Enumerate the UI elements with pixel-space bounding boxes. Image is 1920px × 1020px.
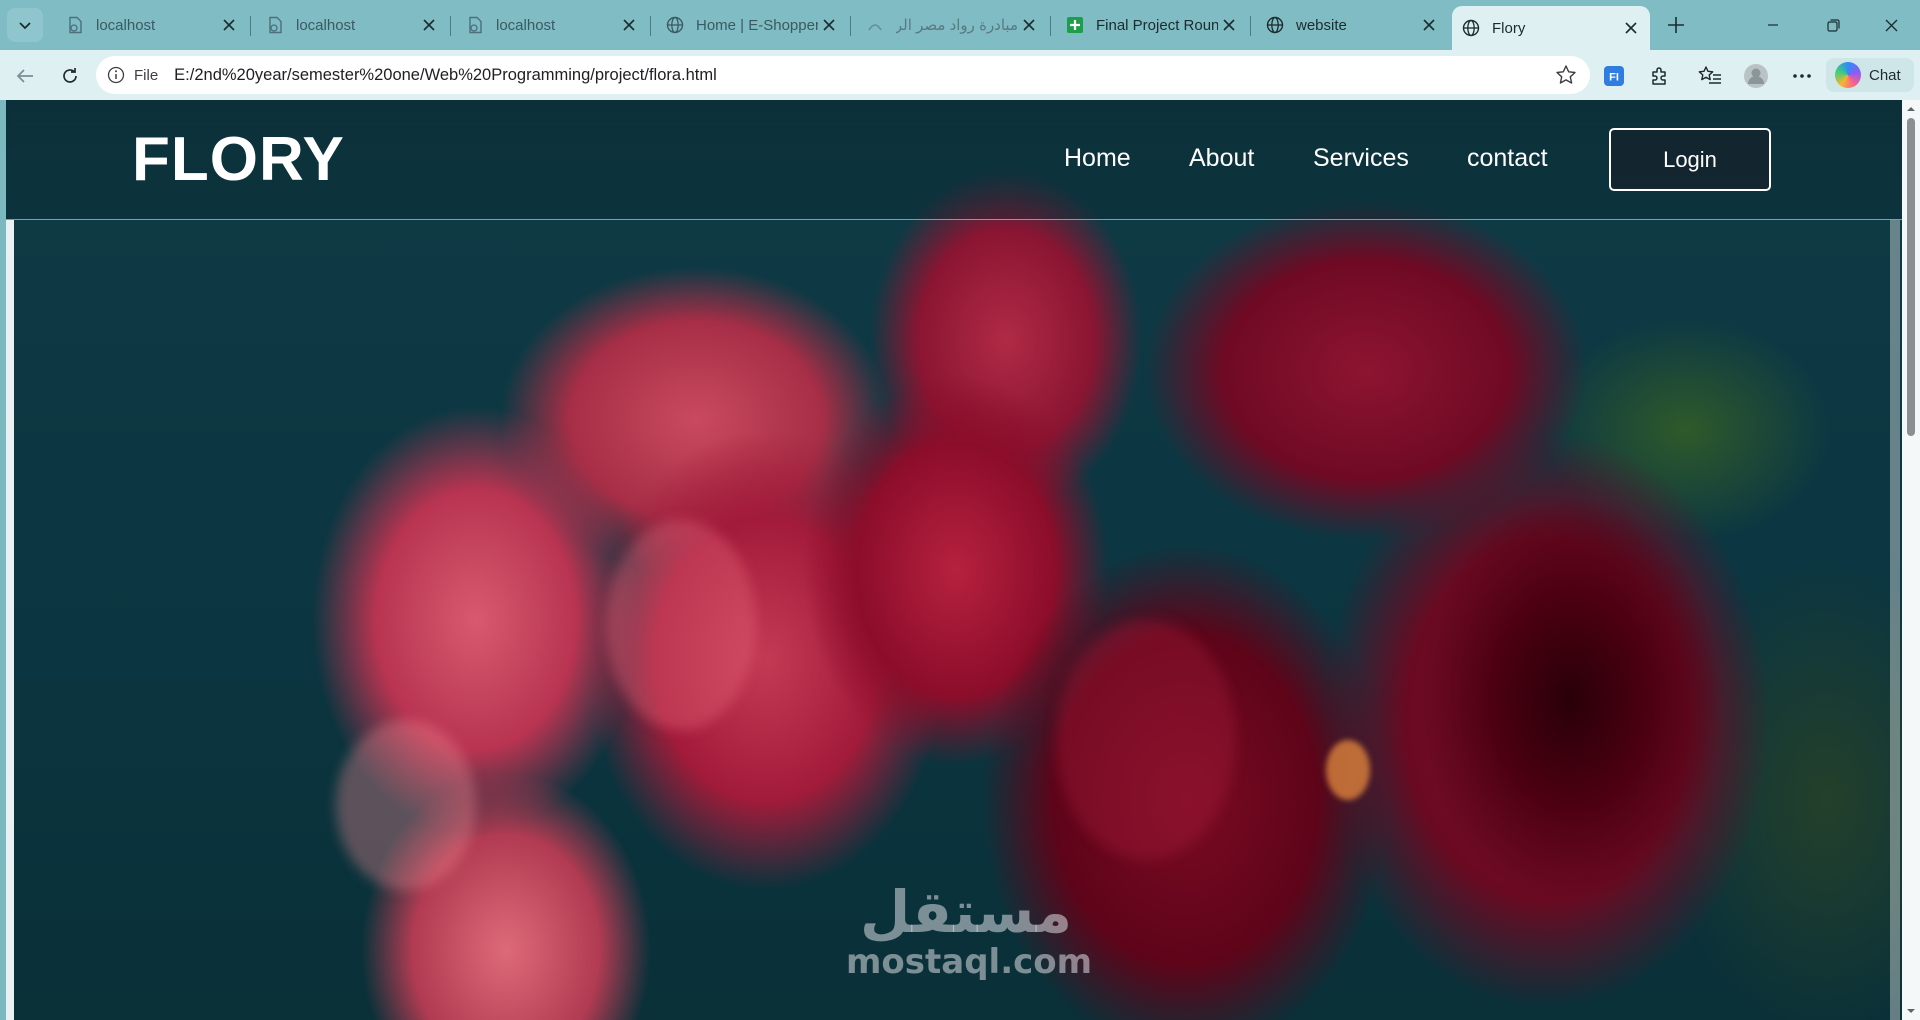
page-viewport: FLORY Home About Services contact Login … — [6, 100, 1902, 1020]
tab-title: Flory — [1492, 19, 1526, 37]
url-text[interactable]: E:/2nd%20year/semester%20one/Web%20Progr… — [174, 66, 1552, 85]
tab-title: Final Project Round — [1096, 16, 1218, 34]
browser-toolbar: File E:/2nd%20year/semester%20one/Web%20… — [0, 50, 1920, 100]
petal-highlight — [1056, 620, 1236, 860]
favorite-star-icon[interactable] — [1552, 61, 1580, 89]
tab-separator — [850, 16, 851, 36]
scrollbar-thumb[interactable] — [1907, 118, 1915, 436]
close-window-button[interactable] — [1868, 10, 1914, 40]
close-icon[interactable] — [1018, 14, 1040, 36]
minimize-icon — [1768, 24, 1778, 26]
watermark-latin-text: mostaql.com — [846, 942, 1093, 982]
nav-link-services[interactable]: Services — [1313, 144, 1409, 173]
globe-icon — [1266, 16, 1284, 34]
browser-tab-website[interactable]: website — [1256, 7, 1448, 43]
restore-button[interactable] — [1810, 10, 1856, 40]
globe-icon — [1462, 19, 1480, 37]
browser-tab-e-shopper[interactable]: Home | E-Shopper — [656, 7, 848, 43]
close-icon[interactable] — [818, 14, 840, 36]
tab-title: localhost — [496, 16, 556, 34]
file-icon — [66, 16, 84, 34]
tab-title: website — [1296, 16, 1347, 34]
url-scheme-label: File — [134, 66, 159, 84]
close-icon — [1885, 19, 1897, 31]
site-navbar: FLORY Home About Services contact Login — [6, 100, 1902, 220]
scroll-up-arrow-icon[interactable] — [1906, 104, 1916, 114]
chat-label: Chat — [1869, 66, 1901, 84]
tab-separator — [650, 16, 651, 36]
address-bar[interactable]: File E:/2nd%20year/semester%20one/Web%20… — [96, 56, 1590, 94]
tab-separator — [250, 16, 251, 36]
browser-tab-final-project[interactable]: Final Project Round — [1056, 7, 1248, 43]
minimize-button[interactable] — [1750, 10, 1796, 40]
file-icon — [266, 16, 284, 34]
info-icon[interactable] — [106, 65, 126, 85]
flower-stamen — [1326, 740, 1370, 800]
reload-button[interactable] — [54, 60, 86, 92]
browser-tab-rowad-masr[interactable]: مبادرة رواد مصر الرقمية — [856, 7, 1048, 43]
restore-icon — [1826, 18, 1840, 32]
tab-title: localhost — [96, 16, 156, 34]
svg-text:FI: FI — [1609, 72, 1619, 84]
globe-icon — [666, 16, 684, 34]
page-right-edge — [1890, 220, 1900, 1020]
close-icon[interactable] — [218, 14, 240, 36]
browser-tab-localhost-3[interactable]: localhost — [456, 7, 648, 43]
watermark-arabic-text: مستقل — [859, 878, 1073, 946]
site-logo[interactable]: FLORY — [132, 124, 345, 195]
mostaql-watermark: مستقل mostaql.com — [846, 878, 1093, 982]
chevron-down-icon — [19, 22, 31, 30]
login-button[interactable]: Login — [1609, 128, 1771, 191]
arrow-left-icon — [16, 69, 33, 83]
browser-tab-localhost-2[interactable]: localhost — [256, 7, 448, 43]
nav-link-home[interactable]: Home — [1064, 144, 1131, 173]
tab-title: Home | E-Shopper — [696, 16, 818, 34]
translate-extension-icon[interactable]: FI — [1600, 62, 1628, 90]
tab-separator — [1050, 16, 1051, 36]
profile-avatar-icon[interactable] — [1742, 62, 1770, 90]
nav-link-about[interactable]: About — [1189, 144, 1254, 173]
close-icon[interactable] — [618, 14, 640, 36]
tab-title: localhost — [296, 16, 356, 34]
new-tab-button[interactable] — [1662, 11, 1690, 39]
petal-highlight — [606, 520, 756, 730]
file-icon — [466, 16, 484, 34]
tab-separator — [450, 16, 451, 36]
reload-icon — [63, 68, 77, 83]
tab-strip: localhost localhost localhost Home | E-S… — [0, 0, 1920, 50]
nav-link-contact[interactable]: contact — [1467, 144, 1548, 173]
copilot-chat-button[interactable]: Chat — [1826, 58, 1914, 92]
favorites-list-icon[interactable] — [1696, 62, 1724, 90]
back-button[interactable] — [9, 60, 41, 92]
plus-icon — [1668, 17, 1684, 33]
browser-tab-localhost-1[interactable]: localhost — [56, 7, 248, 43]
page-left-edge — [6, 220, 14, 1020]
browser-tab-flory[interactable]: Flory — [1452, 6, 1650, 50]
close-icon[interactable] — [418, 14, 440, 36]
close-icon[interactable] — [1418, 14, 1440, 36]
more-options-icon[interactable] — [1788, 62, 1816, 90]
extensions-puzzle-icon[interactable] — [1646, 62, 1674, 90]
tab-actions-menu-button[interactable] — [7, 8, 43, 42]
tab-separator — [1250, 16, 1251, 36]
close-icon[interactable] — [1218, 14, 1240, 36]
petal-highlight — [336, 720, 476, 890]
tab-title: مبادرة رواد مصر الرقمية — [896, 17, 1018, 34]
site-icon — [866, 16, 884, 34]
copilot-icon — [1835, 62, 1861, 88]
sheets-icon — [1066, 16, 1084, 34]
scroll-down-arrow-icon[interactable] — [1906, 1006, 1916, 1016]
close-icon[interactable] — [1620, 17, 1642, 39]
vertical-scrollbar[interactable] — [1902, 100, 1920, 1020]
